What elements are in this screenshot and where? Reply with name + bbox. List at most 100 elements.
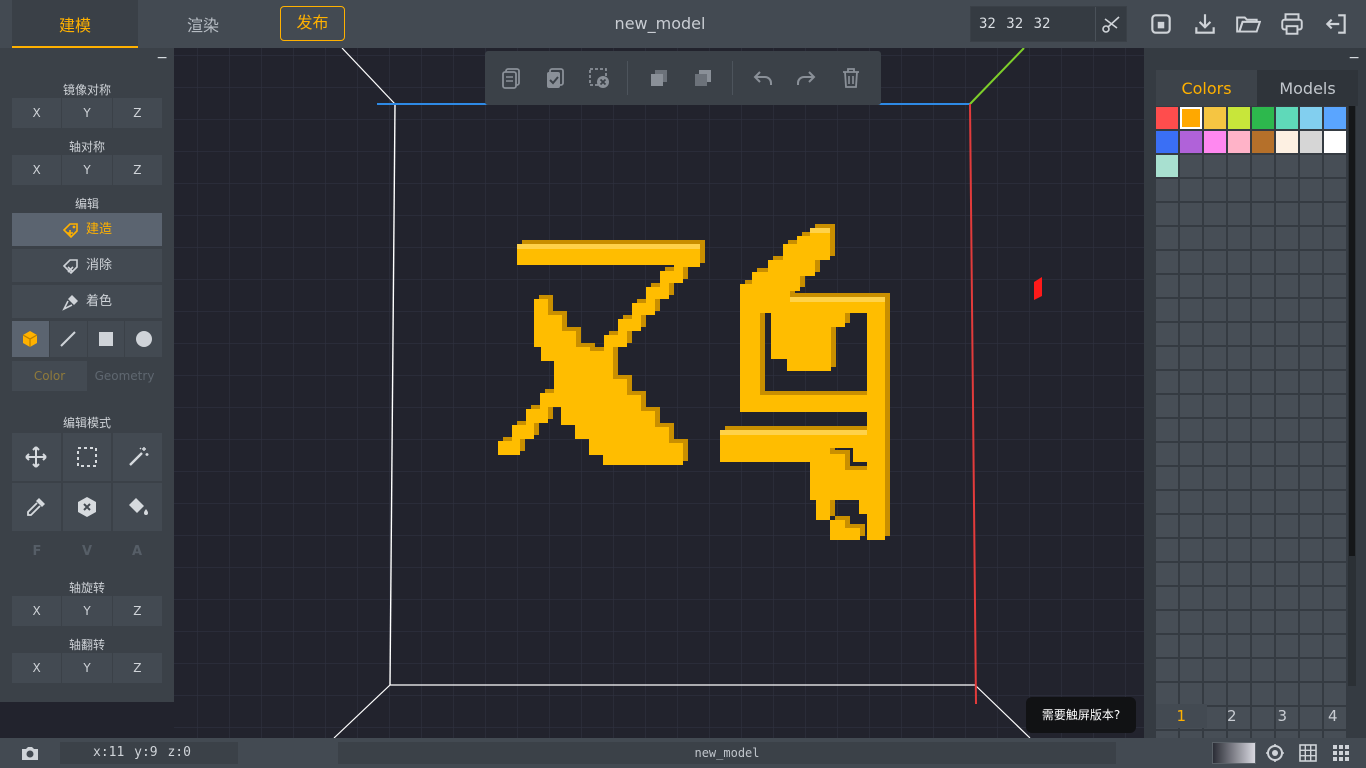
empty-color-slot[interactable] <box>1276 155 1298 177</box>
merge-icon[interactable] <box>647 66 671 90</box>
empty-color-slot[interactable] <box>1156 371 1178 393</box>
shape-square-button[interactable] <box>87 321 125 357</box>
color-swatch[interactable] <box>1324 131 1346 153</box>
empty-color-slot[interactable] <box>1276 179 1298 201</box>
empty-color-slot[interactable] <box>1156 539 1178 561</box>
empty-color-slot[interactable] <box>1252 515 1274 537</box>
palette-page-button[interactable]: 3 <box>1257 704 1308 728</box>
empty-color-slot[interactable] <box>1228 539 1250 561</box>
empty-color-slot[interactable] <box>1300 395 1322 417</box>
empty-color-slot[interactable] <box>1276 539 1298 561</box>
empty-color-slot[interactable] <box>1324 251 1346 273</box>
empty-color-slot[interactable] <box>1300 419 1322 441</box>
empty-color-slot[interactable] <box>1276 563 1298 585</box>
save-icon[interactable] <box>1148 11 1174 37</box>
empty-color-slot[interactable] <box>1180 371 1202 393</box>
touch-version-prompt[interactable]: 需要触屏版本? <box>1026 697 1136 733</box>
empty-color-slot[interactable] <box>1180 467 1202 489</box>
empty-color-slot[interactable] <box>1324 563 1346 585</box>
color-swatch[interactable] <box>1252 131 1274 153</box>
empty-color-slot[interactable] <box>1204 587 1226 609</box>
empty-color-slot[interactable] <box>1180 251 1202 273</box>
color-swatch[interactable] <box>1228 131 1250 153</box>
empty-color-slot[interactable] <box>1252 179 1274 201</box>
empty-color-slot[interactable] <box>1180 347 1202 369</box>
split-icon[interactable] <box>691 66 715 90</box>
empty-color-slot[interactable] <box>1300 347 1322 369</box>
symmetry-z-button[interactable]: Z <box>112 155 162 185</box>
empty-color-slot[interactable] <box>1156 467 1178 489</box>
empty-color-slot[interactable] <box>1252 539 1274 561</box>
empty-color-slot[interactable] <box>1252 347 1274 369</box>
empty-color-slot[interactable] <box>1204 563 1226 585</box>
empty-color-slot[interactable] <box>1324 635 1346 657</box>
empty-color-slot[interactable] <box>1252 587 1274 609</box>
empty-color-slot[interactable] <box>1324 299 1346 321</box>
color-swatch[interactable] <box>1300 107 1322 129</box>
empty-color-slot[interactable] <box>1324 155 1346 177</box>
color-swatch[interactable] <box>1156 131 1178 153</box>
empty-color-slot[interactable] <box>1228 395 1250 417</box>
empty-color-slot[interactable] <box>1228 683 1250 705</box>
color-swatch[interactable] <box>1180 131 1202 153</box>
color-swatch[interactable] <box>1180 107 1202 129</box>
empty-color-slot[interactable] <box>1228 491 1250 513</box>
build-button[interactable]: 建造 <box>12 213 162 246</box>
paint-button[interactable]: 着色 <box>12 285 162 318</box>
color-swatch[interactable] <box>1156 107 1178 129</box>
empty-color-slot[interactable] <box>1324 539 1346 561</box>
empty-color-slot[interactable] <box>1276 659 1298 681</box>
3d-viewport[interactable] <box>174 48 1144 738</box>
empty-color-slot[interactable] <box>1156 323 1178 345</box>
empty-color-slot[interactable] <box>1180 683 1202 705</box>
empty-color-slot[interactable] <box>1156 251 1178 273</box>
scissors-icon[interactable] <box>1099 13 1123 35</box>
color-swatch[interactable] <box>1300 131 1322 153</box>
empty-color-slot[interactable] <box>1252 611 1274 633</box>
shape-line-button[interactable] <box>49 321 87 357</box>
empty-color-slot[interactable] <box>1276 371 1298 393</box>
empty-color-slot[interactable] <box>1276 299 1298 321</box>
grid-icon[interactable] <box>1298 743 1318 763</box>
empty-color-slot[interactable] <box>1324 467 1346 489</box>
empty-color-slot[interactable] <box>1180 539 1202 561</box>
empty-color-slot[interactable] <box>1204 467 1226 489</box>
empty-color-slot[interactable] <box>1276 467 1298 489</box>
empty-color-slot[interactable] <box>1180 419 1202 441</box>
select-box-tool-button[interactable] <box>62 433 112 481</box>
empty-color-slot[interactable] <box>1228 275 1250 297</box>
empty-color-slot[interactable] <box>1324 515 1346 537</box>
empty-color-slot[interactable] <box>1324 371 1346 393</box>
publish-button[interactable]: 发布 <box>280 6 345 41</box>
empty-color-slot[interactable] <box>1228 323 1250 345</box>
color-swatch[interactable] <box>1276 107 1298 129</box>
empty-color-slot[interactable] <box>1252 443 1274 465</box>
empty-color-slot[interactable] <box>1252 323 1274 345</box>
flip-z-button[interactable]: Z <box>112 653 162 683</box>
empty-color-slot[interactable] <box>1180 491 1202 513</box>
empty-color-slot[interactable] <box>1276 587 1298 609</box>
empty-color-slot[interactable] <box>1300 539 1322 561</box>
empty-color-slot[interactable] <box>1300 155 1322 177</box>
download-icon[interactable] <box>1192 11 1218 37</box>
empty-color-slot[interactable] <box>1204 659 1226 681</box>
color-swatch[interactable] <box>1276 131 1298 153</box>
empty-color-slot[interactable] <box>1276 227 1298 249</box>
empty-color-slot[interactable] <box>1180 659 1202 681</box>
face-mode-button[interactable]: F <box>12 540 62 564</box>
empty-color-slot[interactable] <box>1300 491 1322 513</box>
empty-color-slot[interactable] <box>1180 275 1202 297</box>
empty-color-slot[interactable] <box>1276 203 1298 225</box>
print-icon[interactable] <box>1279 11 1305 37</box>
undo-icon[interactable] <box>751 66 775 90</box>
empty-color-slot[interactable] <box>1276 395 1298 417</box>
palette-page-button[interactable]: 1 <box>1156 704 1207 728</box>
empty-color-slot[interactable] <box>1204 371 1226 393</box>
empty-color-slot[interactable] <box>1228 587 1250 609</box>
empty-color-slot[interactable] <box>1324 683 1346 705</box>
empty-color-slot[interactable] <box>1228 179 1250 201</box>
empty-color-slot[interactable] <box>1228 251 1250 273</box>
empty-color-slot[interactable] <box>1180 299 1202 321</box>
tab-rendering[interactable]: 渲染 <box>140 0 266 48</box>
empty-color-slot[interactable] <box>1204 419 1226 441</box>
